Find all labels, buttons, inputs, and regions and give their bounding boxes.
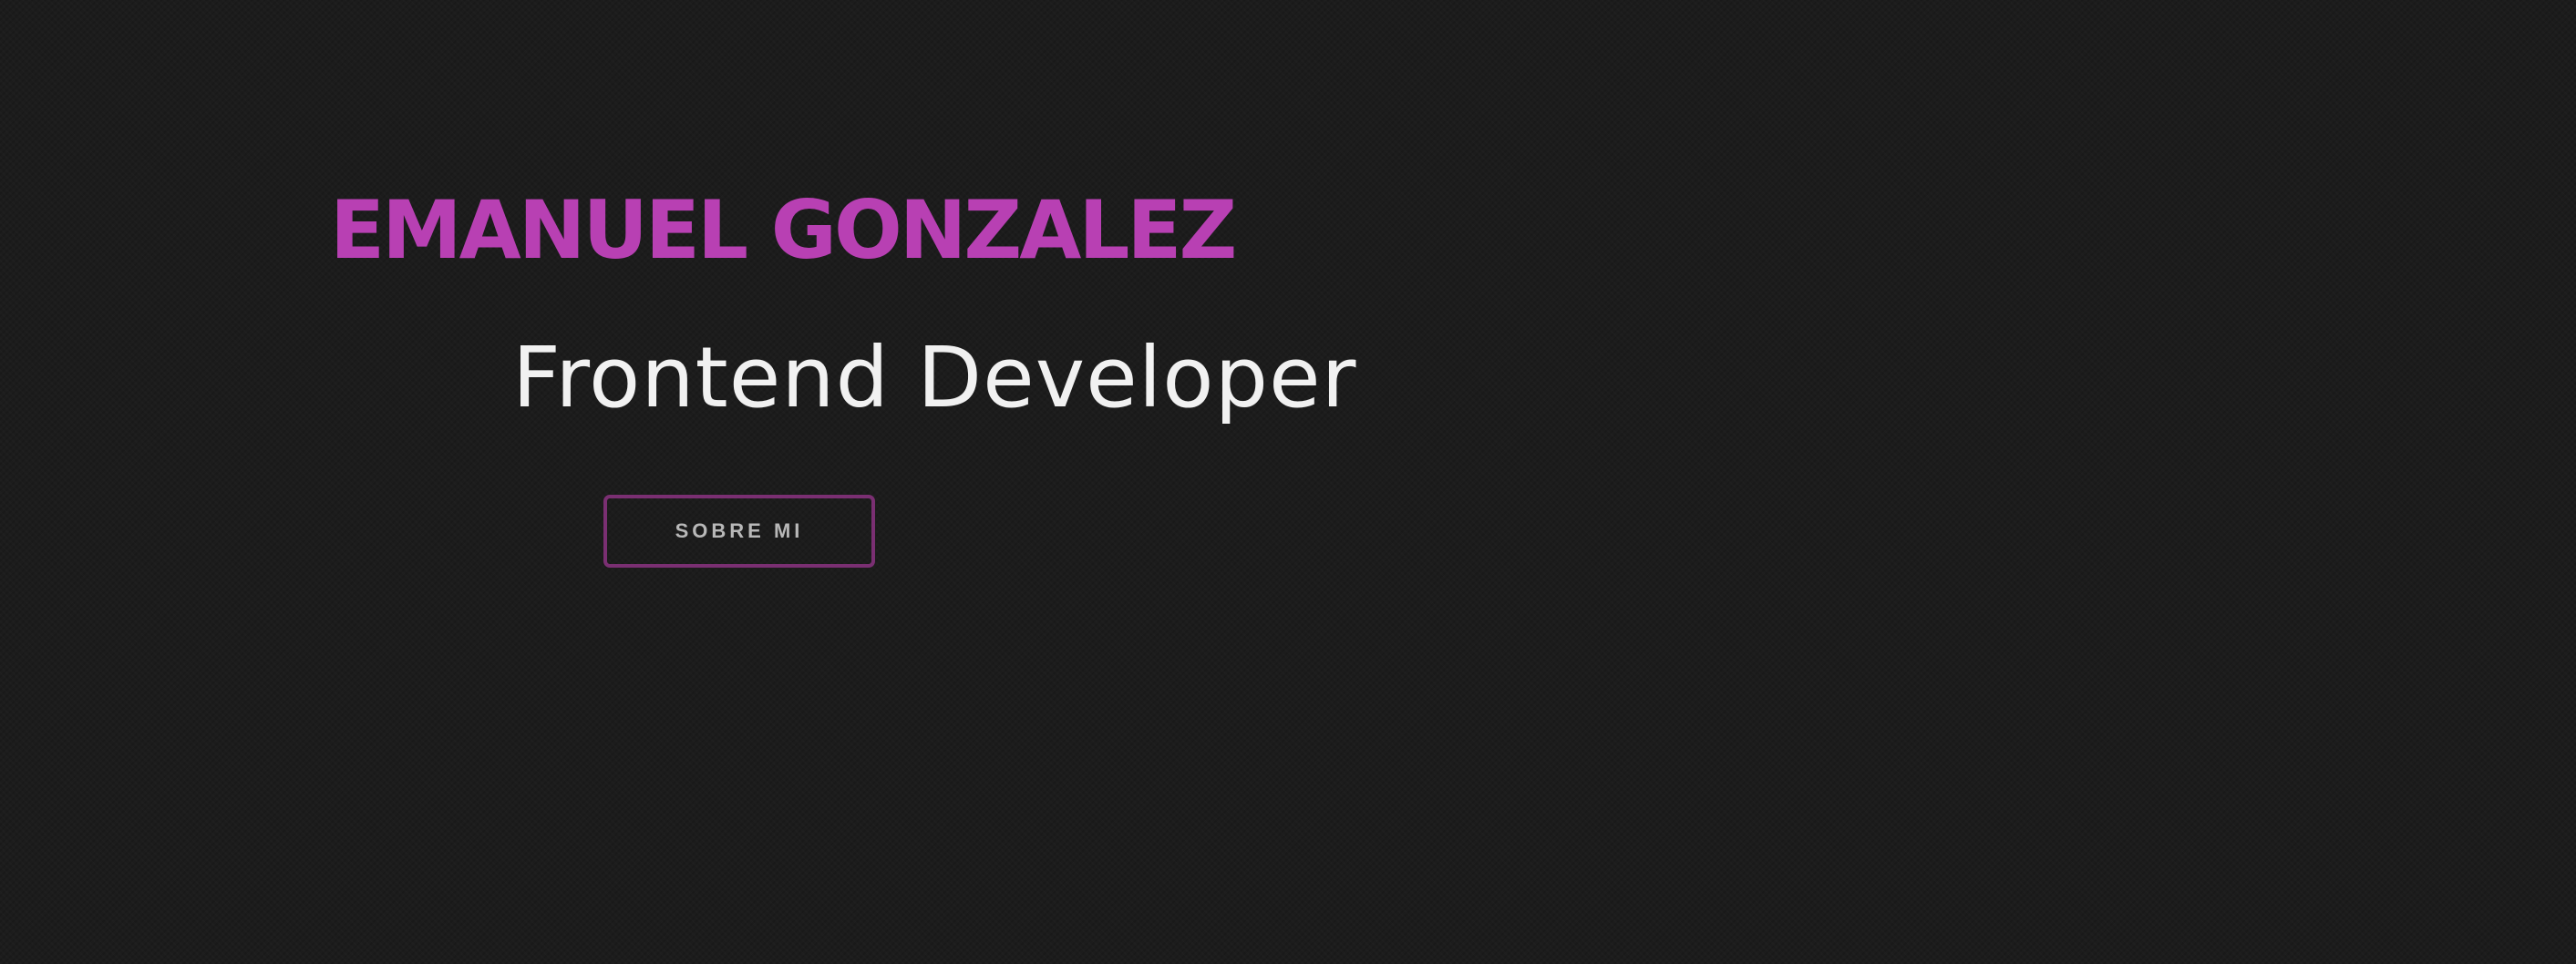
hero-section: EMANUEL GONZALEZ Frontend Developer SOBR… — [0, 0, 2576, 964]
about-me-button[interactable]: SOBRE MI — [603, 495, 875, 568]
hero-name: EMANUEL GONZALEZ — [330, 183, 1237, 277]
hero-role: Frontend Developer — [512, 329, 1357, 426]
page: { "hero": { "name": "EMANUEL GONZALEZ", … — [0, 0, 2576, 964]
